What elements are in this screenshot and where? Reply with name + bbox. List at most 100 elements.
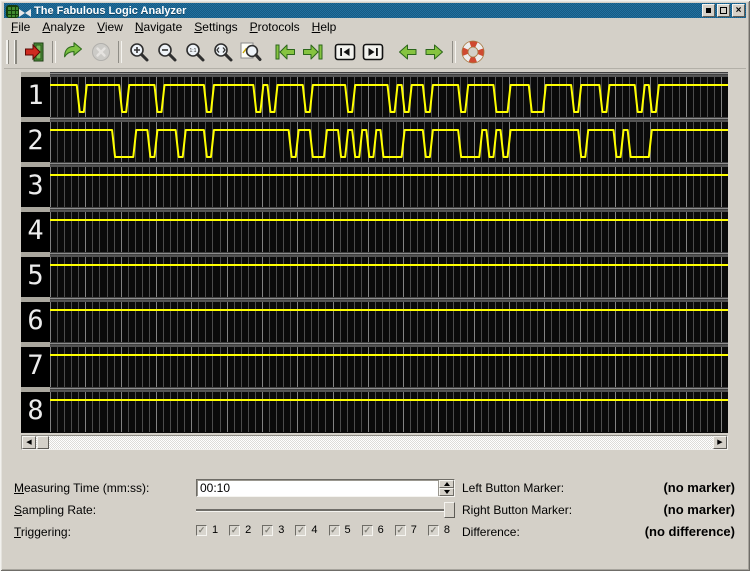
trigger-checkbox[interactable]: ✓: [329, 525, 340, 536]
channel-label: 4: [21, 212, 50, 252]
maximize-button[interactable]: [717, 4, 730, 17]
trigger-checkbox-group: ✓5: [329, 524, 351, 536]
run-button[interactable]: [59, 38, 87, 66]
arrow-left-icon: ◀: [26, 439, 31, 446]
zoom-fit-button[interactable]: [209, 38, 237, 66]
menu-view[interactable]: View: [91, 19, 129, 35]
sampling-rate-slider[interactable]: [196, 501, 455, 518]
trigger-checkbox-label: 4: [311, 524, 317, 536]
trigger-checkbox[interactable]: ✓: [196, 525, 207, 536]
spin-up-icon: [444, 482, 450, 486]
close-icon: ×: [736, 6, 742, 16]
spin-down-button[interactable]: [439, 488, 454, 496]
help-button[interactable]: [459, 38, 487, 66]
close-button[interactable]: ×: [732, 4, 745, 17]
trigger-checkbox-label: 7: [411, 524, 417, 536]
trigger-checkboxes: ✓1✓2✓3✓4✓5✓6✓7✓8: [196, 524, 461, 536]
scroll-left-button[interactable]: ◀: [22, 436, 36, 449]
trigger-checkbox-label: 6: [378, 524, 384, 536]
left-marker-label: Left Button Marker:: [462, 481, 564, 495]
exit-button[interactable]: [21, 38, 49, 66]
channel-label: 8: [21, 392, 50, 432]
page-left-button[interactable]: [331, 38, 359, 66]
waveform-display[interactable]: [50, 72, 728, 432]
right-marker-label: Right Button Marker:: [462, 503, 572, 517]
arrow-right-icon: [423, 40, 447, 64]
trigger-checkbox-group: ✓6: [362, 524, 384, 536]
trigger-checkbox-group: ✓4: [295, 524, 317, 536]
menu-protocols[interactable]: Protocols: [244, 19, 306, 35]
toolbar-grip[interactable]: [6, 40, 17, 64]
channel-label: 3: [21, 167, 50, 207]
zoom-normal-icon: 1:1: [183, 40, 207, 64]
titlebar[interactable]: The Fabulous Logic Analyzer ×: [4, 3, 746, 18]
go-last-icon: [301, 40, 325, 64]
trigger-checkbox-label: 3: [278, 524, 284, 536]
zoom-out-icon: [155, 40, 179, 64]
trigger-checkbox-label: 5: [345, 524, 351, 536]
slider-handle[interactable]: [444, 502, 455, 518]
zoom-normal-button[interactable]: 1:1: [181, 38, 209, 66]
slider-trough[interactable]: [196, 509, 447, 511]
scrollbar-thumb[interactable]: [37, 436, 49, 449]
go-to-end-button[interactable]: [299, 38, 327, 66]
help-lifebuoy-icon: [461, 40, 485, 64]
horizontal-scrollbar[interactable]: ◀ ▶: [21, 435, 728, 450]
measuring-time-input[interactable]: [200, 481, 425, 495]
right-marker-value: (no marker): [663, 502, 735, 517]
toolbar: 1:1: [4, 35, 746, 69]
trigger-checkbox-label: 2: [245, 524, 251, 536]
left-marker-value: (no marker): [663, 480, 735, 495]
trigger-checkbox[interactable]: ✓: [262, 525, 273, 536]
maximize-icon: [720, 7, 727, 14]
trigger-checkbox-group: ✓7: [395, 524, 417, 536]
page-right-button[interactable]: [359, 38, 387, 66]
channel-label: 2: [21, 122, 50, 162]
trigger-checkbox[interactable]: ✓: [295, 525, 306, 536]
menu-settings[interactable]: Settings: [188, 19, 243, 35]
menu-file[interactable]: File: [5, 19, 36, 35]
go-to-begin-button[interactable]: [271, 38, 299, 66]
spin-up-button[interactable]: [439, 480, 454, 488]
measuring-time-spinbox[interactable]: [196, 479, 455, 497]
sampling-rate-row: Sampling Rate: Right Button Marker: (no …: [0, 501, 750, 519]
trigger-checkbox[interactable]: ✓: [428, 525, 439, 536]
trigger-checkbox[interactable]: ✓: [395, 525, 406, 536]
channel-label: 6: [21, 302, 50, 342]
triggering-label: Triggering:: [14, 525, 71, 539]
waveform-panel: 12345678: [21, 72, 728, 433]
app-icon: [6, 5, 30, 17]
zoom-selection-button[interactable]: [237, 38, 265, 66]
triggering-row: Triggering: ✓1✓2✓3✓4✓5✓6✓7✓8 Difference:…: [0, 523, 750, 541]
measuring-time-row: Measuring Time (mm:ss): Left Button Mark…: [0, 479, 750, 497]
zoom-out-button[interactable]: [153, 38, 181, 66]
trigger-checkbox-group: ✓8: [428, 524, 450, 536]
trigger-checkbox[interactable]: ✓: [229, 525, 240, 536]
menu-help[interactable]: Help: [306, 19, 343, 35]
difference-label: Difference:: [462, 525, 520, 539]
spin-down-icon: [444, 490, 450, 494]
channel-labels: 12345678: [21, 72, 50, 432]
menu-navigate[interactable]: Navigate: [129, 19, 188, 35]
menubar: File Analyze View Navigate Settings Prot…: [4, 19, 746, 35]
toolbar-separator: [452, 41, 456, 63]
trigger-checkbox[interactable]: ✓: [362, 525, 373, 536]
zoom-in-icon: [127, 40, 151, 64]
page-right-icon: [361, 40, 385, 64]
stop-icon: [89, 40, 113, 64]
minimize-icon: [706, 8, 711, 13]
scroll-right-button[interactable]: ▶: [713, 436, 727, 449]
channel-label: 5: [21, 257, 50, 297]
difference-value: (no difference): [645, 524, 735, 539]
page-left-icon: [333, 40, 357, 64]
step-right-button[interactable]: [421, 38, 449, 66]
menu-analyze[interactable]: Analyze: [36, 19, 91, 35]
run-redo-icon: [61, 40, 85, 64]
minimize-button[interactable]: [702, 4, 715, 17]
toolbar-separator: [118, 41, 122, 63]
zoom-fit-icon: [211, 40, 235, 64]
step-left-button[interactable]: [393, 38, 421, 66]
trigger-checkbox-label: 8: [444, 524, 450, 536]
toolbar-separator: [52, 41, 56, 63]
zoom-in-button[interactable]: [125, 38, 153, 66]
